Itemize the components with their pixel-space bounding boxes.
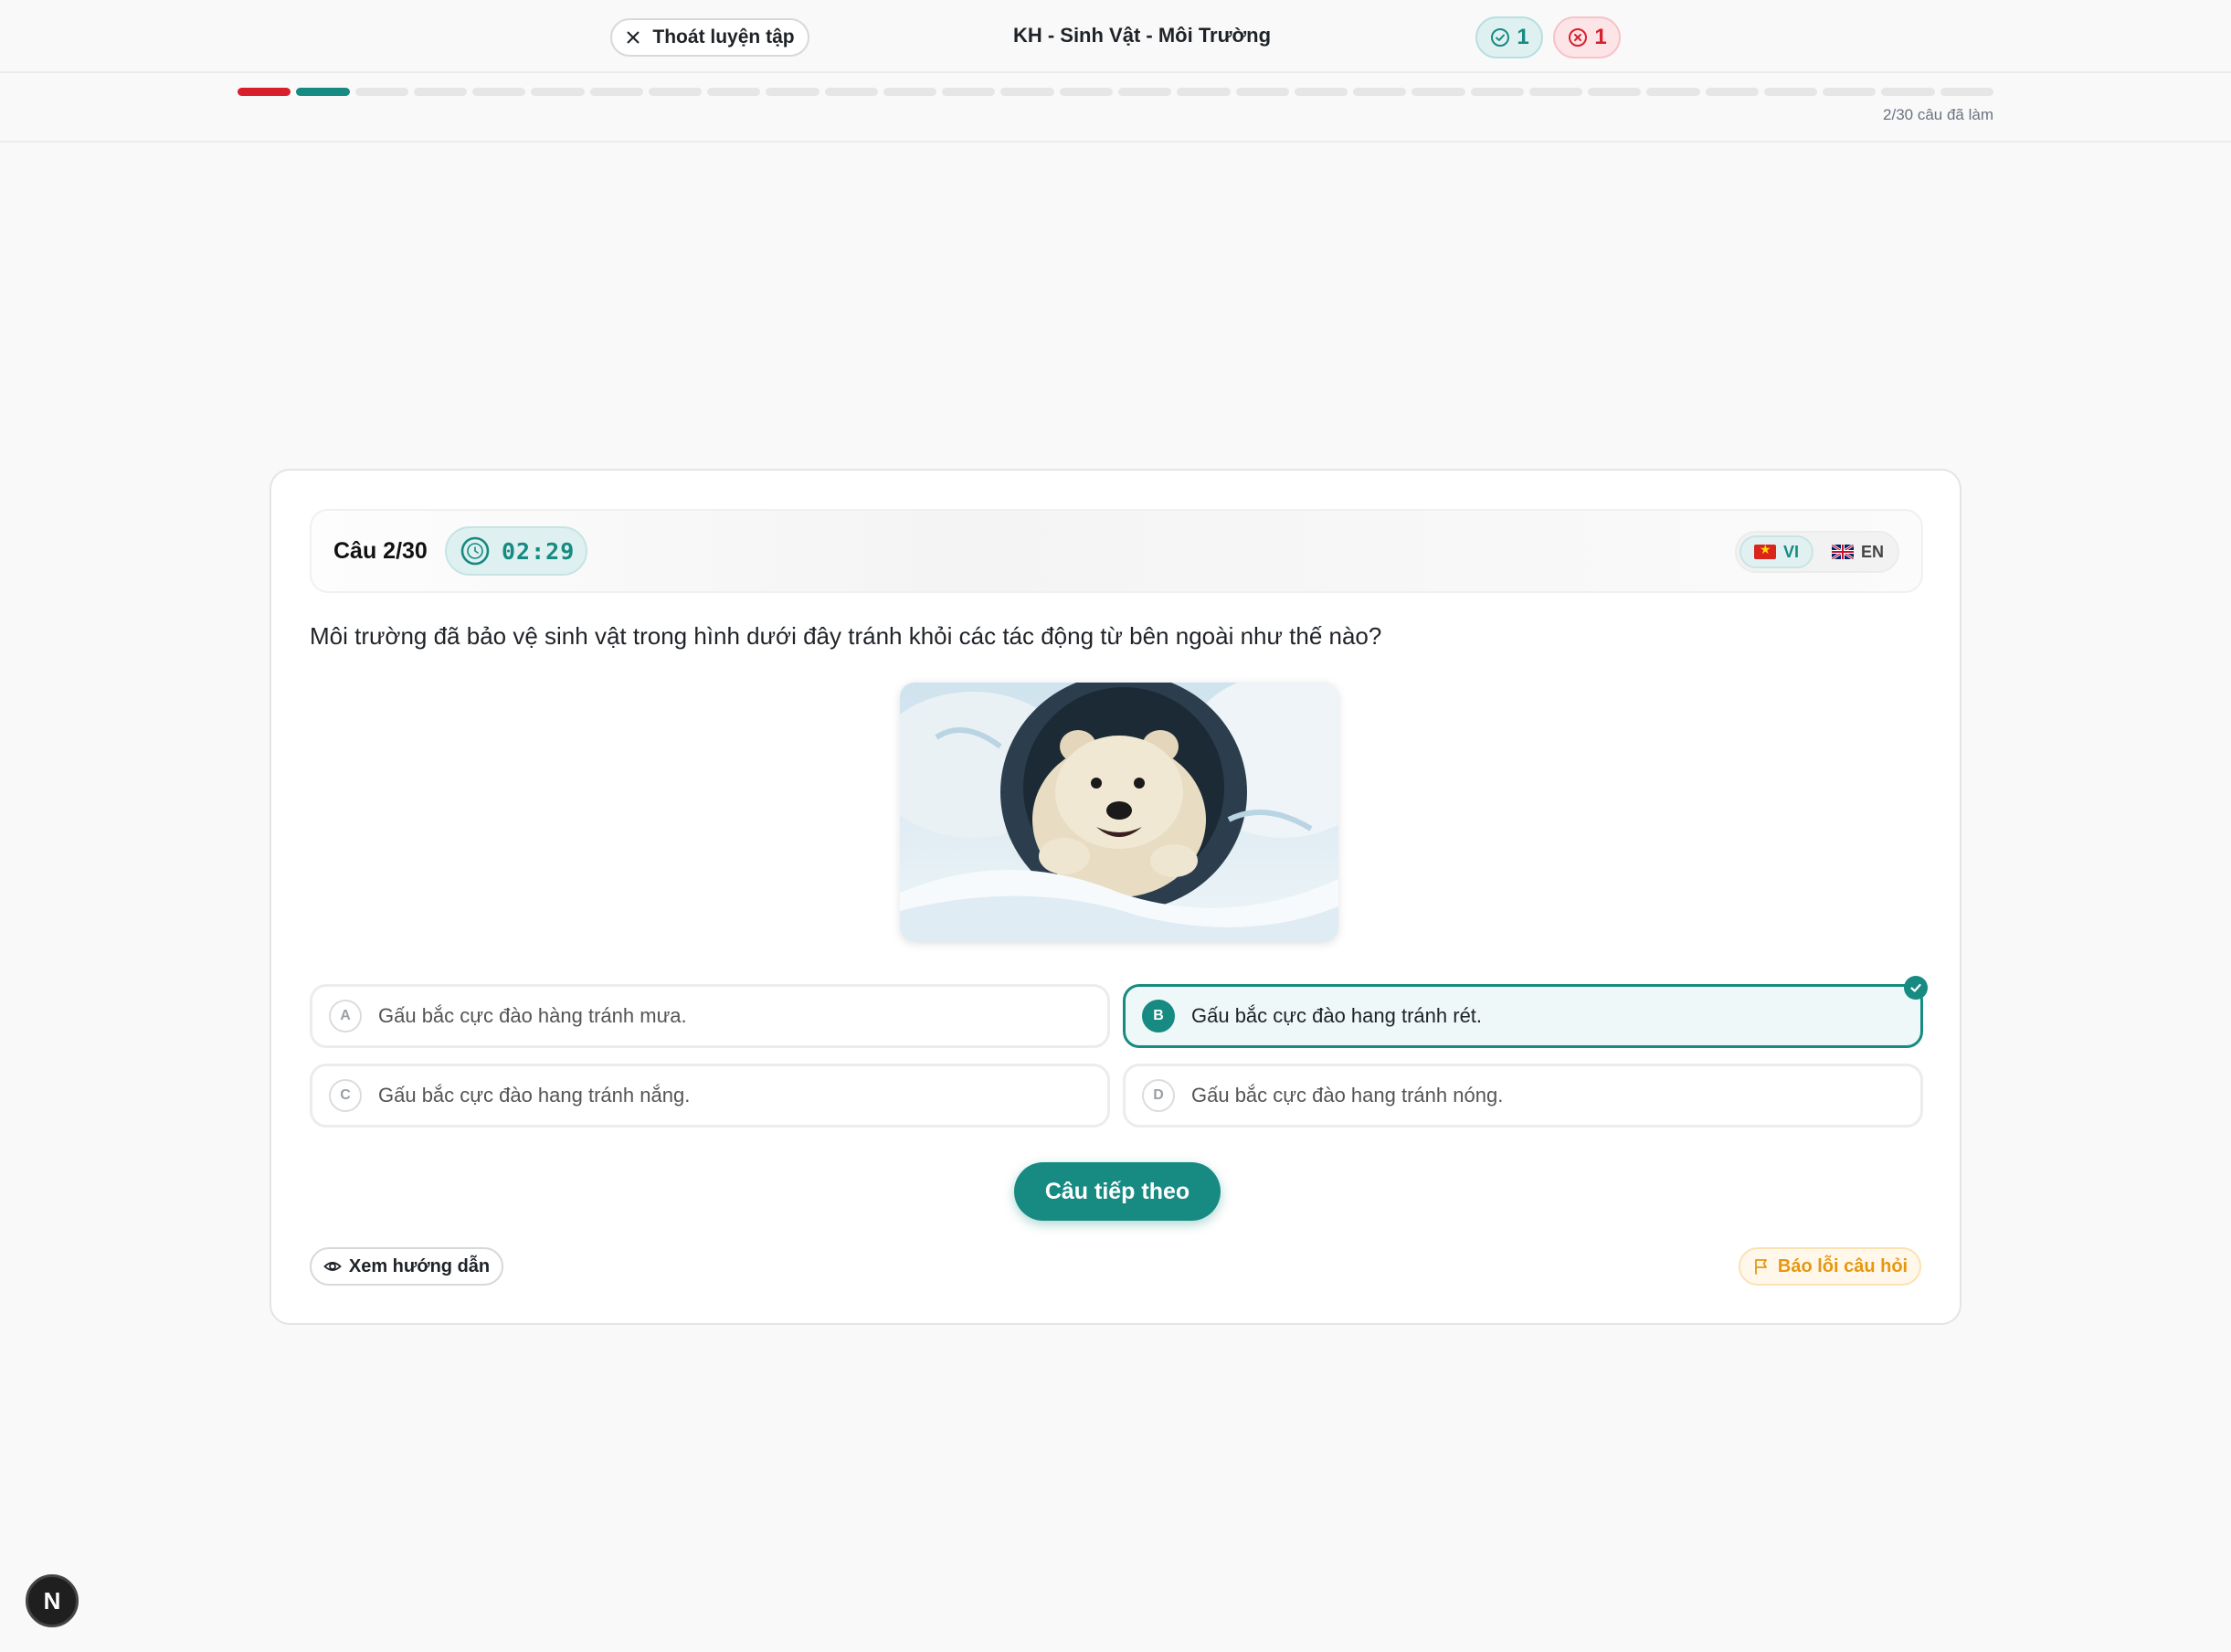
language-switch: VI EN [1735,531,1899,573]
progress-segment [1528,88,1583,96]
lang-vi-button[interactable]: VI [1739,535,1814,568]
question-text: Môi trường đã bảo vệ sinh vật trong hình… [310,622,1382,650]
progress-segment [1235,88,1289,96]
progress-segment [824,88,878,96]
progress-segment [589,88,643,96]
progress-segment [648,88,703,96]
uk-flag-icon [1832,545,1855,559]
lang-vi-label: VI [1783,542,1800,561]
close-icon [627,31,640,44]
option-text: Gấu bắc cực đào hang tránh nóng. [1191,1084,1504,1107]
option-key: D [1142,1079,1175,1112]
option-key: B [1142,1000,1175,1032]
answer-option-d[interactable]: D Gấu bắc cực đào hang tránh nóng. [1123,1064,1923,1128]
progress-segment [1294,88,1348,96]
progress-segment [1588,88,1642,96]
progress-bar [238,88,1993,96]
progress-text: 2/30 câu đã làm [1883,106,1993,123]
progress-segment [1117,88,1172,96]
progress-segment [942,88,996,96]
progress-segment [707,88,761,96]
answer-option-c[interactable]: C Gấu bắc cực đào hang tránh nắng. [310,1064,1110,1128]
quiz-title: KH - Sinh Vật - Môi Trường [1012,24,1272,47]
exit-practice-label: Thoát luyện tập [652,26,795,48]
clock-icon [460,536,490,566]
selected-check-icon [1904,976,1928,1000]
option-text: Gấu bắc cực đào hang tránh nắng. [378,1084,691,1107]
exit-practice-button[interactable]: Thoát luyện tập [610,18,809,57]
progress-segment [413,88,468,96]
progress-segment [238,88,291,96]
question-number: Câu 2/30 [333,538,428,564]
report-error-button[interactable]: Báo lỗi câu hỏi [1739,1247,1921,1286]
check-circle-icon [1491,28,1510,47]
progress-segment [1470,88,1524,96]
progress-segment [354,88,408,96]
option-key: C [329,1079,362,1112]
progress-segment [883,88,937,96]
progress-segment [1763,88,1818,96]
progress-segment [1353,88,1407,96]
view-guide-label: Xem hướng dẫn [348,1255,491,1276]
x-circle-icon [1569,28,1588,47]
vietnam-flag-icon [1754,545,1776,559]
view-guide-button[interactable]: Xem hướng dẫn [310,1247,503,1286]
progress-segment [472,88,526,96]
correct-count-badge: 1 [1475,16,1543,58]
progress-segment [1177,88,1231,96]
next-question-button[interactable]: Câu tiếp theo [1014,1162,1221,1221]
correct-count: 1 [1517,25,1529,49]
progress-segment [1412,88,1465,96]
question-card: Câu 2/30 02:29 VI EN Môi trường đã [270,469,1961,1325]
polar-bear-image [900,683,1338,942]
progress-segment [1705,88,1759,96]
progress-segment [1059,88,1113,96]
dev-tools-badge[interactable]: N [26,1574,79,1627]
eye-icon [323,1262,342,1271]
top-header: Thoát luyện tập KH - Sinh Vật - Môi Trườ… [0,0,2231,143]
option-text: Gấu bắc cực đào hang tránh rét. [1191,1004,1483,1027]
progress-segment [531,88,585,96]
progress-segment [1940,88,1993,96]
progress-segment [1823,88,1877,96]
progress-segment [1000,88,1054,96]
report-error-label: Báo lỗi câu hỏi [1777,1255,1909,1276]
timer-value: 02:29 [502,537,576,565]
progress-segment [1881,88,1935,96]
option-key: A [329,1000,362,1032]
lang-en-label: EN [1861,542,1885,561]
lang-en-button[interactable]: EN [1819,535,1897,568]
header-row: Thoát luyện tập KH - Sinh Vật - Môi Trườ… [0,0,2231,73]
wrong-count: 1 [1594,25,1607,49]
progress-segment [296,88,350,96]
question-header: Câu 2/30 02:29 VI EN [310,509,1923,593]
wrong-count-badge: 1 [1553,16,1621,58]
answer-option-a[interactable]: A Gấu bắc cực đào hàng tránh mưa. [310,984,1110,1048]
progress-segment [766,88,819,96]
timer-badge: 02:29 [445,526,587,576]
answer-option-b[interactable]: B Gấu bắc cực đào hang tránh rét. [1123,976,1928,1048]
flag-icon [1754,1259,1767,1275]
progress-segment [1646,88,1700,96]
option-text: Gấu bắc cực đào hàng tránh mưa. [378,1004,687,1027]
